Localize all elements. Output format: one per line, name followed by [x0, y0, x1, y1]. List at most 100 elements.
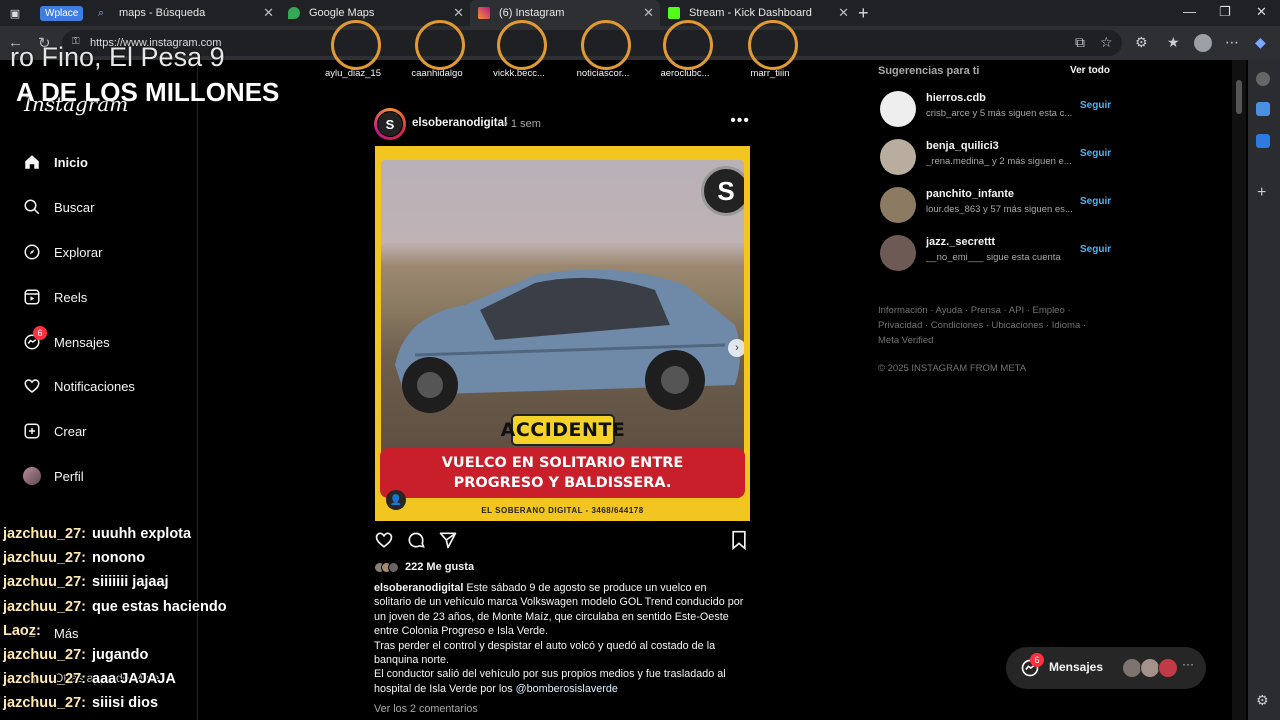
favorite-star-icon[interactable]: ☆: [1100, 34, 1113, 51]
settings-more-icon[interactable]: ⋯: [1225, 34, 1239, 51]
suggestion-username[interactable]: panchito_infante: [926, 188, 1014, 200]
follow-button[interactable]: Seguir: [1080, 196, 1111, 207]
search-icon[interactable]: [1256, 72, 1270, 86]
follow-button[interactable]: Seguir: [1080, 148, 1111, 159]
suggestion-username[interactable]: benja_quilici3: [926, 140, 999, 152]
minimize-icon[interactable]: —: [1183, 4, 1196, 19]
post-author-username[interactable]: elsoberanodigital: [412, 117, 507, 129]
add-icon[interactable]: +: [1257, 184, 1271, 201]
close-icon[interactable]: ✕: [838, 5, 849, 21]
nav-label: Reels: [54, 289, 88, 305]
nav-reels[interactable]: Reels: [22, 283, 87, 311]
story-item[interactable]: marr_tiiin: [730, 20, 810, 79]
bookmark-icon[interactable]: [730, 530, 748, 555]
overturned-car-illustration: [395, 269, 740, 413]
story-ring: [331, 20, 381, 70]
window-close-icon[interactable]: ✕: [1256, 4, 1267, 20]
tab-maps-search[interactable]: ⌕ maps - Búsqueda ✕: [90, 0, 280, 26]
story-username: aylu_diaz_15: [325, 68, 381, 79]
suggestion-avatar[interactable]: [880, 91, 916, 127]
new-tab-icon[interactable]: +: [858, 3, 869, 24]
page-scrollbar[interactable]: [1232, 60, 1246, 720]
suggestion-username[interactable]: jazz._secrettt: [926, 236, 995, 248]
follow-button[interactable]: Seguir: [1080, 100, 1111, 111]
search-icon: [22, 197, 42, 217]
caption-username[interactable]: elsoberanodigital: [374, 582, 463, 594]
post-author-avatar[interactable]: S: [374, 108, 406, 140]
suggestion-avatar[interactable]: [880, 139, 916, 175]
share-send-icon[interactable]: [438, 530, 458, 555]
story-item[interactable]: noticiascor...: [563, 20, 643, 79]
story-item[interactable]: vickk.becc...: [479, 20, 559, 79]
see-all-link[interactable]: Ver todo: [1070, 65, 1110, 76]
compass-icon: [22, 242, 42, 262]
close-icon[interactable]: ✕: [453, 5, 464, 21]
conversation-avatar: [1140, 658, 1160, 678]
close-icon[interactable]: ✕: [643, 5, 654, 21]
chat-message: jazchuu_27: jugando: [3, 647, 263, 671]
chat-text: siiiiiii jajaaj: [92, 574, 169, 591]
carousel-next-icon[interactable]: ›: [728, 339, 744, 357]
wplace-pinned-tab[interactable]: Wplace: [40, 5, 84, 21]
suggestion-context: _rena.medina_ y 2 más siguen e...: [926, 156, 1072, 167]
tab-actions-icon[interactable]: ▣: [0, 0, 30, 26]
instagram-icon: [478, 7, 490, 19]
like-heart-icon[interactable]: [374, 530, 394, 555]
suggestion-item: benja_quilici3 _rena.medina_ y 2 más sig…: [880, 139, 1120, 175]
chat-text: nonono: [92, 550, 146, 567]
conversation-avatar: [1122, 658, 1142, 678]
accident-label: ACCIDENTE: [501, 414, 625, 446]
tab-instagram[interactable]: (6) Instagram ✕: [470, 0, 660, 26]
translate-icon[interactable]: [1256, 102, 1270, 116]
nav-create[interactable]: Crear: [22, 417, 87, 445]
footer-links[interactable]: Información · Ayuda · Prensa · API · Emp…: [878, 303, 1098, 348]
comment-icon[interactable]: [406, 530, 426, 555]
chat-user: jazchuu_27:: [3, 526, 86, 542]
post-time-text: 1 sem: [510, 118, 541, 130]
tab-title: maps - Búsqueda: [119, 7, 206, 19]
post-timestamp[interactable]: • 1 sem: [504, 118, 541, 130]
copilot-icon[interactable]: ◆: [1255, 34, 1266, 51]
story-item[interactable]: aeroclubc...: [645, 20, 725, 79]
nav-messages[interactable]: 6 Mensajes: [22, 326, 110, 356]
caption-mention-link[interactable]: @bomberosislaverde: [516, 683, 618, 695]
chat-message: jazchuu_27: nonono: [3, 550, 263, 574]
unread-badge: 6: [33, 326, 47, 340]
story-item[interactable]: caanhidalgo: [397, 20, 477, 79]
post-image[interactable]: S › ACCIDENTE VUELCO EN SOLITARIO ENTRE …: [375, 146, 750, 521]
story-ring: [581, 20, 631, 70]
close-icon[interactable]: ✕: [263, 5, 274, 21]
tools-icon[interactable]: [1256, 134, 1270, 148]
headline-line-1: VUELCO EN SOLITARIO ENTRE: [441, 455, 684, 471]
view-comments-link[interactable]: Ver los 2 comentarios: [374, 703, 478, 715]
suggestion-avatar[interactable]: [880, 187, 916, 223]
messages-floating-button[interactable]: 6 Mensajes ···: [1006, 647, 1206, 689]
chat-user: jazchuu_27:: [3, 646, 86, 663]
story-username: caanhidalgo: [411, 68, 463, 79]
nav-home[interactable]: Inicio: [22, 148, 88, 176]
nav-search[interactable]: Buscar: [22, 193, 94, 221]
unread-badge: 6: [1030, 653, 1044, 667]
extensions-icon[interactable]: ⚙: [1135, 34, 1148, 51]
browser-profile-avatar[interactable]: [1194, 34, 1212, 52]
suggestion-username[interactable]: hierros.cdb: [926, 92, 986, 104]
story-ring: [748, 20, 798, 70]
suggestion-context: lour.des_863 y 57 más siguen es...: [926, 204, 1073, 215]
nav-notifications[interactable]: Notificaciones: [22, 372, 135, 400]
suggestion-avatar[interactable]: [880, 235, 916, 271]
story-item[interactable]: aylu_diaz_15: [313, 20, 393, 79]
more-options-icon[interactable]: •••: [730, 112, 750, 130]
favorites-icon[interactable]: ★: [1167, 34, 1180, 51]
follow-button[interactable]: Seguir: [1080, 244, 1111, 255]
scrollbar-thumb[interactable]: [1236, 80, 1242, 114]
likes-count: 222 Me gusta: [405, 561, 475, 573]
nav-profile[interactable]: Perfil: [22, 462, 84, 490]
nav-explore[interactable]: Explorar: [22, 238, 102, 266]
post-likes[interactable]: 222 Me gusta: [374, 560, 474, 574]
headline-band: VUELCO EN SOLITARIO ENTRE PROGRESO Y BAL…: [380, 448, 745, 498]
open-in-app-icon[interactable]: ⧉: [1075, 34, 1085, 51]
gear-icon[interactable]: ⚙: [1256, 692, 1270, 708]
chat-user: jazchuu_27:: [3, 695, 86, 712]
story-username: aeroclubc...: [660, 68, 710, 79]
restore-icon[interactable]: ❐: [1219, 4, 1231, 20]
